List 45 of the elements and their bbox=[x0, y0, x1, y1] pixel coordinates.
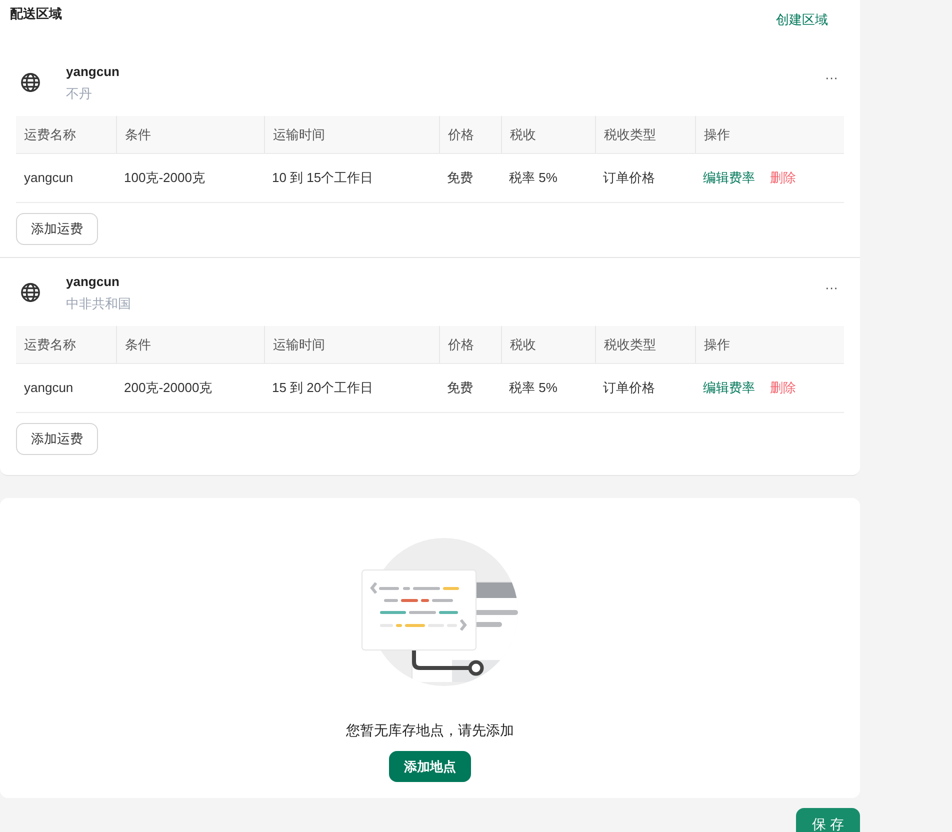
column-header: 税收类型 bbox=[603, 126, 656, 144]
column-header: 税收 bbox=[509, 336, 536, 354]
column-header: 税收 bbox=[509, 126, 536, 144]
more-button[interactable]: ··· bbox=[825, 278, 838, 298]
globe-icon bbox=[20, 282, 41, 303]
delete-link[interactable]: 删除 bbox=[770, 378, 796, 398]
add-location-button[interactable]: 添加地点 bbox=[389, 751, 471, 782]
section-title: 配送区域 bbox=[10, 5, 62, 23]
tax-type-cell: 订单价格 bbox=[603, 170, 655, 186]
add-rate-button[interactable]: 添加运费 bbox=[16, 213, 98, 245]
transit-time-cell: 10 到 15个工作日 bbox=[272, 170, 374, 186]
edit-rate-link[interactable]: 编辑费率 bbox=[703, 168, 755, 188]
column-header: 条件 bbox=[124, 336, 151, 354]
rate-name-cell: yangcun bbox=[24, 380, 74, 396]
more-button[interactable]: ··· bbox=[825, 68, 838, 88]
tax-type-cell: 订单价格 bbox=[603, 380, 655, 396]
edit-rate-link[interactable]: 编辑费率 bbox=[703, 378, 755, 398]
rate-name-cell: yangcun bbox=[24, 170, 74, 186]
delete-link[interactable]: 删除 bbox=[770, 168, 796, 188]
column-header: 运输时间 bbox=[272, 126, 325, 144]
empty-message: 您暂无库存地点，请先添加 bbox=[346, 721, 514, 740]
column-header: 操作 bbox=[703, 126, 730, 144]
zone-name: yangcun bbox=[66, 63, 120, 81]
column-header: 运输时间 bbox=[272, 336, 325, 354]
save-button[interactable]: 保存 bbox=[796, 808, 860, 832]
tax-cell: 税率 5% bbox=[509, 380, 558, 396]
column-header: 运费名称 bbox=[23, 336, 76, 354]
column-header: 价格 bbox=[447, 126, 474, 144]
column-header: 条件 bbox=[124, 126, 151, 144]
column-header: 操作 bbox=[703, 336, 730, 354]
condition-cell: 200克-20000克 bbox=[124, 380, 212, 396]
transit-time-cell: 15 到 20个工作日 bbox=[272, 380, 374, 396]
zone-country: 不丹 bbox=[66, 84, 93, 102]
price-cell: 免费 bbox=[447, 380, 473, 396]
zone-country: 中非共和国 bbox=[66, 294, 131, 312]
zone-name: yangcun bbox=[66, 273, 120, 291]
column-header: 税收类型 bbox=[603, 336, 656, 354]
condition-cell: 100克-2000克 bbox=[124, 170, 205, 186]
column-header: 运费名称 bbox=[23, 126, 76, 144]
tax-cell: 税率 5% bbox=[509, 170, 558, 186]
add-rate-button[interactable]: 添加运费 bbox=[16, 423, 98, 455]
price-cell: 免费 bbox=[447, 170, 473, 186]
create-zone-link[interactable]: 创建区域 bbox=[776, 10, 828, 30]
globe-icon bbox=[20, 72, 41, 93]
column-header: 价格 bbox=[447, 336, 474, 354]
